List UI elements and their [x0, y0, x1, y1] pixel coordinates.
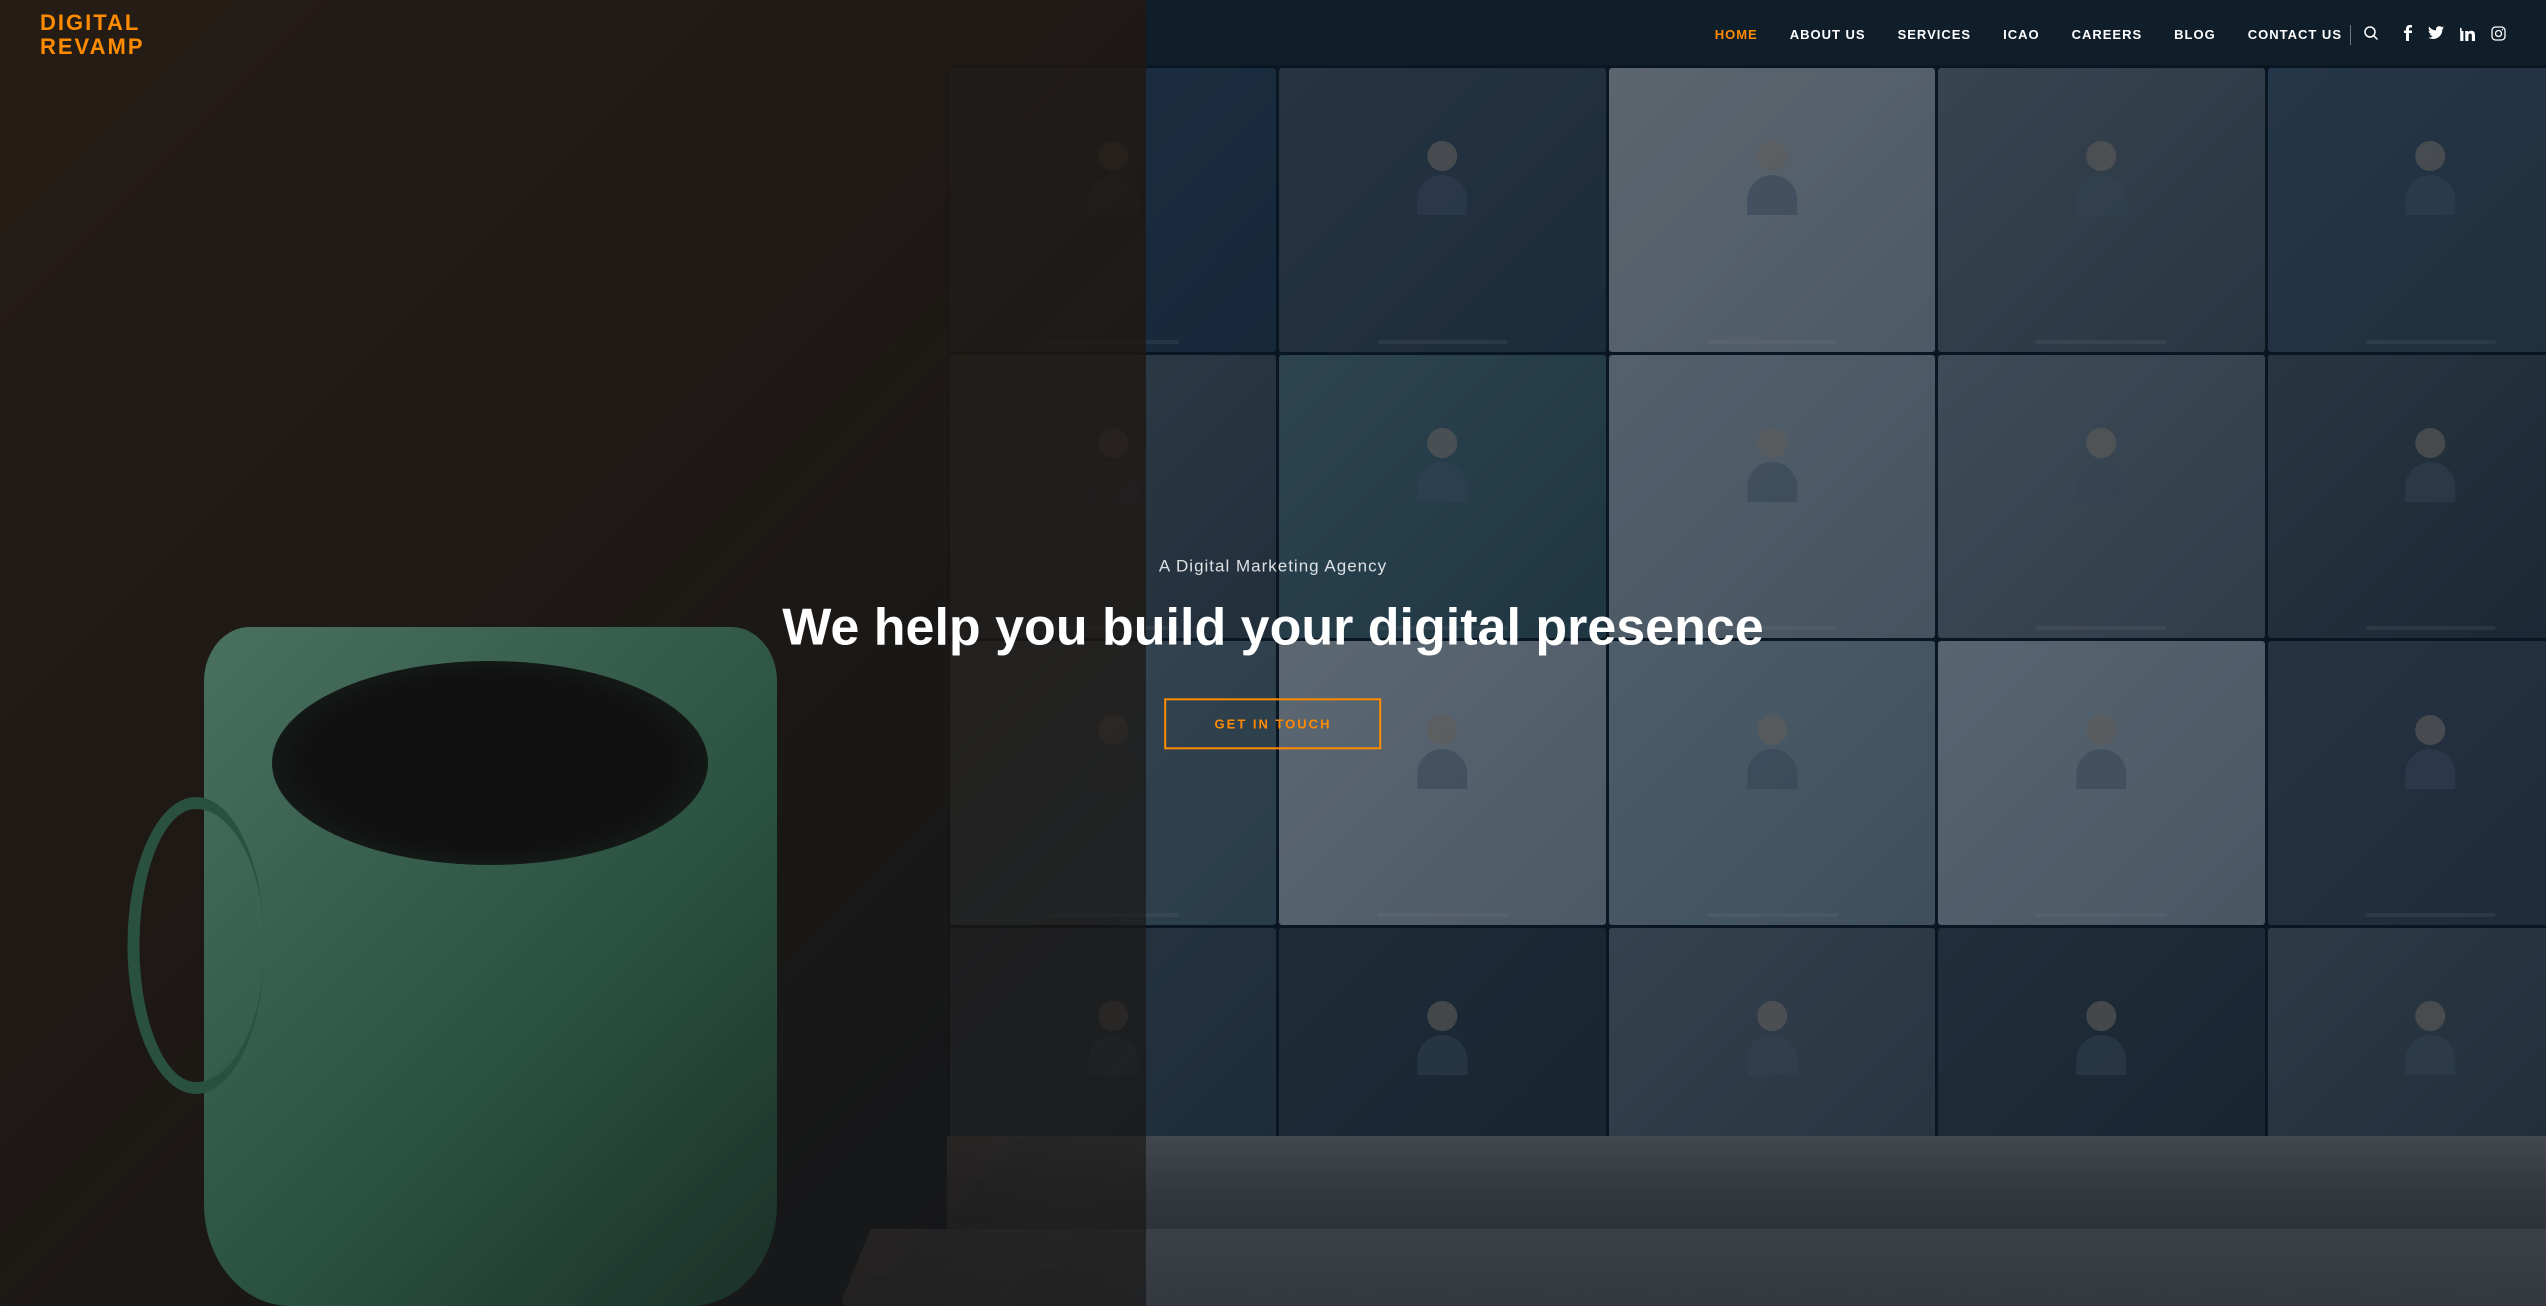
- social-icons: [2403, 25, 2506, 45]
- nav-link-careers[interactable]: CAREERS: [2072, 27, 2143, 42]
- hero-title: We help you build your digital presence: [509, 596, 2037, 658]
- linkedin-icon[interactable]: [2460, 26, 2475, 45]
- nav-link-blog[interactable]: BLOG: [2174, 27, 2216, 42]
- nav-link-icao[interactable]: ICAO: [2003, 27, 2040, 42]
- navigation: DIGITAL REVAMP HOME ABOUT US SERVICES IC…: [0, 0, 2546, 70]
- logo-line2: REVAMP: [40, 35, 145, 59]
- nav-link-services[interactable]: SERVICES: [1898, 27, 1972, 42]
- nav-item-contact[interactable]: CONTACT US: [2248, 26, 2342, 44]
- nav-divider: [2350, 25, 2351, 45]
- nav-item-services[interactable]: SERVICES: [1898, 26, 1972, 44]
- cta-button[interactable]: GET IN TOUCH: [1165, 699, 1382, 750]
- nav-links: HOME ABOUT US SERVICES ICAO CAREERS BLOG…: [1715, 26, 2342, 44]
- nav-item-icao[interactable]: ICAO: [2003, 26, 2040, 44]
- nav-item-careers[interactable]: CAREERS: [2072, 26, 2143, 44]
- hero-section: DIGITAL REVAMP HOME ABOUT US SERVICES IC…: [0, 0, 2546, 1306]
- logo-line1: DIGITAL: [40, 11, 145, 35]
- nav-link-home[interactable]: HOME: [1715, 27, 1758, 42]
- nav-link-contact[interactable]: CONTACT US: [2248, 27, 2342, 42]
- instagram-icon[interactable]: [2491, 26, 2506, 45]
- facebook-icon[interactable]: [2403, 25, 2412, 45]
- hero-content: A Digital Marketing Agency We help you b…: [509, 556, 2037, 749]
- nav-item-blog[interactable]: BLOG: [2174, 26, 2216, 44]
- nav-item-about[interactable]: ABOUT US: [1790, 26, 1866, 44]
- nav-item-home[interactable]: HOME: [1715, 26, 1758, 44]
- nav-link-about[interactable]: ABOUT US: [1790, 27, 1866, 42]
- hero-subtitle: A Digital Marketing Agency: [509, 556, 2037, 576]
- twitter-icon[interactable]: [2428, 26, 2444, 44]
- logo[interactable]: DIGITAL REVAMP: [40, 11, 145, 59]
- search-icon[interactable]: [2363, 25, 2379, 46]
